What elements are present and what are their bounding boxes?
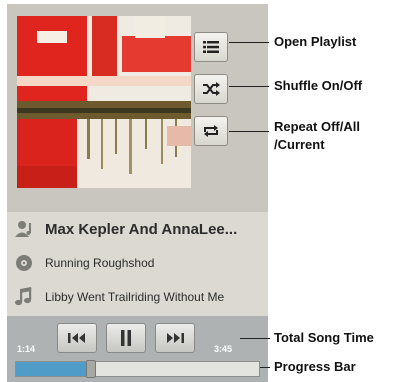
album-panel <box>7 4 268 209</box>
elapsed-time: 1:14 <box>17 344 36 354</box>
repeat-button[interactable] <box>194 116 228 146</box>
progress-fill <box>16 362 86 376</box>
shuffle-button[interactable] <box>194 74 228 104</box>
progress-bar[interactable] <box>15 360 260 378</box>
callout-repeat-line1: Repeat Off/All <box>274 119 360 134</box>
album-row: Running Roughshod <box>7 246 268 280</box>
music-player: Max Kepler And AnnaLee... Running Roughs… <box>7 4 268 382</box>
artist-icon <box>15 221 31 237</box>
callout-line-playlist <box>229 42 269 43</box>
repeat-icon <box>204 125 218 137</box>
callout-open-playlist: Open Playlist <box>274 34 357 49</box>
progress-thumb[interactable] <box>86 360 96 378</box>
album-icon <box>16 255 32 271</box>
callout-shuffle: Shuffle On/Off <box>274 78 363 93</box>
previous-track-button[interactable] <box>57 323 97 353</box>
song-title: Libby Went Trailriding Without Me <box>45 290 225 304</box>
callout-repeat-line2: /Current <box>274 137 325 152</box>
album-art-painting <box>17 16 191 188</box>
callout-progress-bar: Progress Bar <box>274 359 356 374</box>
callout-line-shuffle <box>229 86 269 87</box>
album-art <box>17 16 191 188</box>
track-info: Max Kepler And AnnaLee... Running Roughs… <box>7 212 268 316</box>
artist-row: Max Kepler And AnnaLee... <box>7 212 268 246</box>
pause-icon <box>121 330 131 346</box>
pause-button[interactable] <box>106 323 146 353</box>
playlist-icon <box>203 41 219 53</box>
song-row: Libby Went Trailriding Without Me <box>7 280 268 314</box>
callout-total-song-time: Total Song Time <box>274 330 374 345</box>
callout-line-progress <box>260 367 270 368</box>
callout-line-repeat <box>229 131 269 132</box>
previous-track-icon <box>68 333 85 343</box>
next-track-icon <box>167 333 184 343</box>
artist-name: Max Kepler And AnnaLee... <box>45 220 238 238</box>
callout-line-total-time <box>240 338 270 339</box>
album-name: Running Roughshod <box>45 256 155 270</box>
open-playlist-button[interactable] <box>194 32 228 62</box>
song-icon <box>15 287 32 306</box>
shuffle-icon <box>203 82 220 96</box>
playback-controls: 1:14 3:45 <box>7 316 268 382</box>
next-track-button[interactable] <box>155 323 195 353</box>
total-time: 3:45 <box>214 344 233 354</box>
